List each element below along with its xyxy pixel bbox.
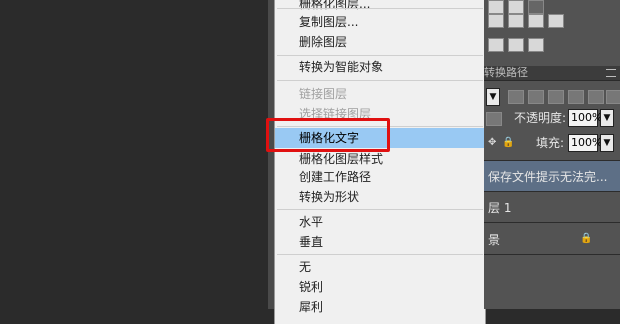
layer-lock-icon: 🔒 bbox=[580, 233, 593, 244]
menu-separator bbox=[277, 80, 483, 81]
menu-separator bbox=[277, 209, 483, 210]
gradient-map-icon[interactable] bbox=[528, 38, 544, 52]
tab-paths: 转换路径 bbox=[484, 66, 528, 79]
panel-menu-icon[interactable] bbox=[606, 69, 616, 77]
adjustment-icon[interactable] bbox=[488, 14, 504, 28]
blend-mode-dropdown[interactable] bbox=[486, 112, 502, 126]
smart-object-filter-icon[interactable] bbox=[588, 90, 604, 104]
photo-filter-icon[interactable] bbox=[528, 14, 544, 28]
annotation-highlight-box bbox=[266, 118, 390, 152]
layer-item[interactable]: 景 🔒 bbox=[484, 224, 620, 255]
adjustment-filter-icon[interactable] bbox=[528, 90, 544, 104]
levels-icon[interactable] bbox=[508, 0, 524, 14]
menu-item-vertical[interactable]: 垂直 bbox=[275, 232, 485, 252]
menu-separator bbox=[277, 55, 483, 56]
layer-item-selected[interactable]: 保存文件提示无法完... bbox=[484, 160, 620, 192]
fill-row: ✥ 🔒 填充: 100% ▼ bbox=[484, 133, 620, 155]
layer-context-menu: 栅格化图层... 复制图层... 删除图层 转换为智能对象 链接图层 选择链接图… bbox=[274, 0, 486, 324]
menu-item-antialias-sharp[interactable]: 锐利 bbox=[275, 277, 485, 297]
menu-separator bbox=[277, 254, 483, 255]
menu-item-horizontal[interactable]: 水平 bbox=[275, 212, 485, 232]
swatch-icon[interactable] bbox=[488, 0, 504, 14]
menu-item-rasterize-layer-style[interactable]: 栅格化图层样式 bbox=[275, 149, 485, 169]
invert-icon[interactable] bbox=[488, 38, 504, 52]
threshold-icon[interactable] bbox=[508, 38, 524, 52]
menu-item-antialias-none[interactable]: 无 bbox=[275, 257, 485, 277]
menu-separator bbox=[277, 8, 483, 9]
menu-item-delete-layer[interactable]: 删除图层 bbox=[275, 32, 485, 52]
menu-item-duplicate-layer[interactable]: 复制图层... bbox=[275, 12, 485, 32]
menu-item-antialias-crisp[interactable]: 犀利 bbox=[275, 297, 485, 317]
grid-icon[interactable] bbox=[548, 14, 564, 28]
layer-name: 景 bbox=[488, 233, 501, 247]
fill-input[interactable]: 100% bbox=[568, 134, 602, 152]
opacity-row: 不透明度: 100% ▼ bbox=[484, 108, 620, 130]
fill-dropdown-icon[interactable]: ▼ bbox=[600, 134, 614, 152]
opacity-input[interactable]: 100% bbox=[568, 109, 602, 127]
fill-label: 填充: bbox=[536, 136, 565, 150]
pixel-filter-icon[interactable] bbox=[508, 90, 524, 104]
layer-name: 层 1 bbox=[488, 201, 512, 215]
paths-panel-tab[interactable]: 转换路径 bbox=[484, 66, 620, 81]
lock-position-icon[interactable]: ✥ bbox=[488, 137, 496, 148]
menu-item-link-layers[interactable]: 链接图层 bbox=[275, 84, 485, 104]
shape-filter-icon[interactable] bbox=[568, 90, 584, 104]
menu-item-create-work-path[interactable]: 创建工作路径 bbox=[275, 167, 485, 187]
color-balance-icon[interactable] bbox=[508, 14, 524, 28]
opacity-dropdown-icon[interactable]: ▼ bbox=[600, 109, 614, 127]
layer-item[interactable]: 层 1 bbox=[484, 192, 620, 223]
triangle-down-icon[interactable] bbox=[528, 0, 544, 14]
filter-dropdown[interactable]: ▼ bbox=[486, 88, 500, 106]
canvas-area bbox=[0, 0, 268, 309]
menu-item-convert-smart-object[interactable]: 转换为智能对象 bbox=[275, 57, 485, 77]
opacity-label: 不透明度: bbox=[514, 111, 567, 125]
type-filter-icon[interactable] bbox=[548, 90, 564, 104]
layer-filter-row: ▼ bbox=[484, 84, 620, 110]
menu-item-convert-to-shape[interactable]: 转换为形状 bbox=[275, 187, 485, 207]
lock-all-icon[interactable]: 🔒 bbox=[502, 137, 514, 148]
filter-toggle-icon[interactable] bbox=[606, 90, 620, 104]
layer-name: 保存文件提示无法完... bbox=[488, 170, 608, 184]
